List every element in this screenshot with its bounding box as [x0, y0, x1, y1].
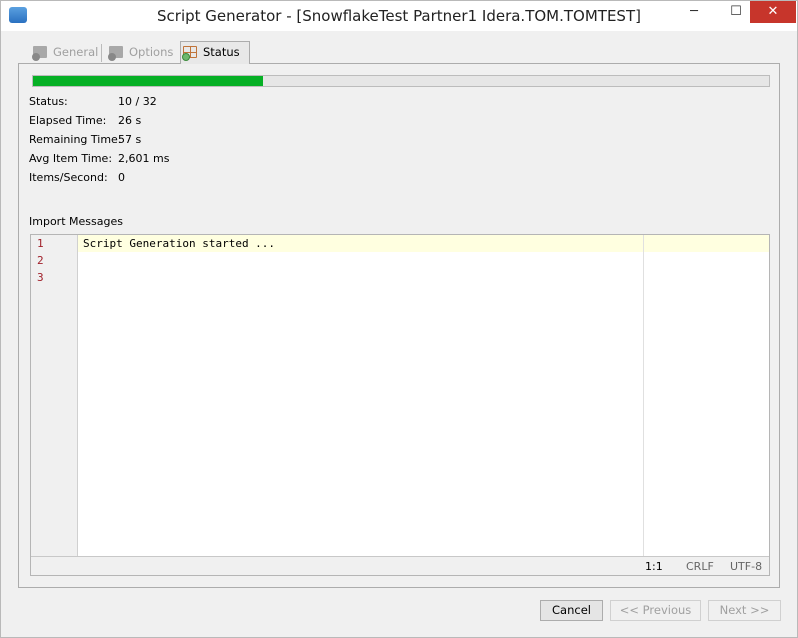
status-dot-icon [108, 53, 116, 61]
tab-general[interactable]: General [31, 42, 99, 64]
line-number: 3 [37, 271, 44, 284]
stat-value: 26 s [118, 114, 142, 127]
script-generator-window: Script Generator - [SnowflakeTest Partne… [0, 0, 798, 638]
progress-fill [33, 76, 263, 86]
message-line: Script Generation started ... [83, 237, 276, 250]
window-title: Script Generator - [SnowflakeTest Partne… [157, 7, 641, 25]
import-messages-label: Import Messages [29, 215, 123, 228]
tab-label: General [53, 45, 99, 59]
status-dot-icon [182, 53, 190, 61]
import-messages-editor[interactable]: 1 2 3 Script Generation started ... 1:1 … [30, 234, 770, 576]
status-dot-icon [32, 53, 40, 61]
stat-remaining: Remaining Time: 57 s [29, 133, 141, 146]
progress-bar [32, 75, 770, 87]
tab-separator [101, 44, 102, 62]
minimize-button[interactable]: ─ [681, 1, 707, 23]
tab-status[interactable]: Status [180, 41, 250, 64]
stat-elapsed: Elapsed Time: 26 s [29, 114, 141, 127]
stat-status: Status: 10 / 32 [29, 95, 157, 108]
tab-options[interactable]: Options [107, 42, 177, 64]
encoding: UTF-8 [730, 560, 763, 573]
close-button[interactable]: ✕ [750, 1, 796, 23]
stat-avg-item-time: Avg Item Time: 2,601 ms [29, 152, 169, 165]
tab-label: Options [129, 45, 174, 59]
stat-label: Avg Item Time: [29, 152, 113, 165]
stat-value: 57 s [118, 133, 142, 146]
stat-items-per-second: Items/Second: 0 [29, 171, 125, 184]
stat-value: 0 [118, 171, 125, 184]
line-number: 1 [37, 237, 44, 250]
editor-status-bar: 1:1 CRLF UTF-8 [31, 556, 769, 575]
stat-label: Items/Second: [29, 171, 108, 184]
line-ending: CRLF [686, 560, 714, 573]
stat-label: Remaining Time: [29, 133, 122, 146]
stat-label: Status: [29, 95, 68, 108]
stat-value: 10 / 32 [118, 95, 157, 108]
maximize-button[interactable]: ☐ [723, 1, 749, 23]
right-margin-guide [643, 235, 644, 556]
tab-label: Status [203, 45, 240, 59]
previous-button[interactable]: << Previous [610, 600, 701, 621]
next-button[interactable]: Next >> [708, 600, 781, 621]
line-number-gutter: 1 2 3 [31, 235, 78, 556]
cursor-position: 1:1 [645, 560, 663, 573]
stat-value: 2,601 ms [118, 152, 170, 165]
stat-label: Elapsed Time: [29, 114, 107, 127]
cancel-button[interactable]: Cancel [540, 600, 603, 621]
line-number: 2 [37, 254, 44, 267]
title-bar: Script Generator - [SnowflakeTest Partne… [1, 1, 797, 31]
